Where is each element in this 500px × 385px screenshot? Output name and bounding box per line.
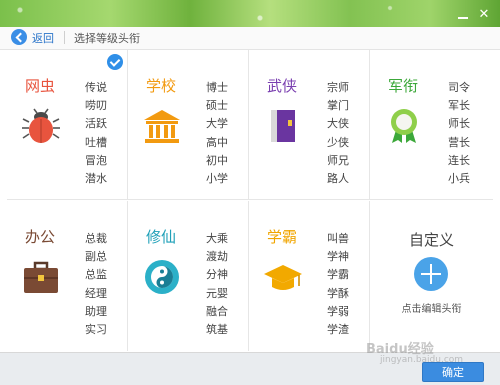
category-card-xueba[interactable]: 学霸 叫兽 学神 学霸 学酥 学弱 学渣 bbox=[249, 201, 370, 351]
rank-item: 学酥 bbox=[327, 286, 349, 300]
selected-check-icon bbox=[107, 54, 123, 70]
rank-item: 路人 bbox=[327, 172, 349, 186]
category-card-wuxia[interactable]: 武侠 宗师 掌门 大侠 少侠 师兄 路人 bbox=[249, 50, 370, 200]
rank-item: 唠叨 bbox=[85, 99, 107, 113]
rank-item: 少侠 bbox=[327, 135, 349, 149]
watermark-sub: jingyan.baidu.com bbox=[380, 355, 464, 365]
minimize-icon[interactable] bbox=[456, 8, 470, 22]
rank-item: 初中 bbox=[206, 153, 228, 167]
rank-item: 吐槽 bbox=[85, 135, 107, 149]
rank-list: 司令 军长 师长 营长 连长 小兵 bbox=[448, 79, 470, 188]
page-title: 选择等级头衔 bbox=[74, 32, 140, 45]
rank-item: 小兵 bbox=[448, 172, 470, 186]
category-card-military[interactable]: 军衔 司令 军长 师长 营长 连长 小兵 bbox=[370, 50, 493, 200]
rank-item: 大学 bbox=[206, 117, 228, 131]
back-arrow-icon[interactable] bbox=[11, 29, 27, 45]
rank-item: 经理 bbox=[85, 286, 107, 300]
category-card-netbug[interactable]: 网虫 传说 唠叨 活跃 吐槽 冒泡 潜水 bbox=[7, 50, 128, 200]
custom-hint: 点击编辑头衔 bbox=[401, 304, 462, 315]
rank-item: 渡劫 bbox=[206, 250, 228, 264]
rank-item: 总裁 bbox=[85, 232, 107, 245]
rank-item: 大侠 bbox=[327, 117, 349, 131]
rank-item: 高中 bbox=[206, 135, 228, 149]
rank-list: 叫兽 学神 学霸 学酥 学弱 学渣 bbox=[327, 230, 349, 339]
rank-item: 活跃 bbox=[85, 117, 107, 131]
graduation-cap-icon bbox=[264, 265, 302, 290]
rank-item: 营长 bbox=[448, 135, 470, 149]
confirm-button[interactable]: 确定 bbox=[422, 362, 484, 382]
rank-item: 连长 bbox=[448, 153, 470, 167]
category-title: 武侠 bbox=[267, 77, 298, 95]
rank-item: 师长 bbox=[448, 117, 470, 131]
yin-yang-icon bbox=[145, 260, 179, 294]
rank-list: 大乘 渡劫 分神 元婴 融合 筑基 bbox=[206, 230, 228, 339]
rank-item: 小学 bbox=[206, 172, 228, 186]
rank-list: 传说 唠叨 活跃 吐槽 冒泡 潜水 bbox=[85, 79, 107, 188]
rank-item: 筑基 bbox=[206, 323, 228, 337]
rank-item: 潜水 bbox=[85, 172, 107, 186]
category-card-office[interactable]: 办公 总裁 副总 总监 经理 助理 实习 bbox=[7, 201, 128, 351]
window-header: ✕ bbox=[0, 0, 500, 27]
rank-list: 博士 硕士 大学 高中 初中 小学 bbox=[206, 79, 228, 188]
rank-list: 宗师 掌门 大侠 少侠 师兄 路人 bbox=[327, 79, 349, 188]
rank-item: 学神 bbox=[327, 250, 349, 264]
rank-item: 冒泡 bbox=[85, 153, 107, 167]
rank-item: 硕士 bbox=[206, 99, 228, 113]
rank-item: 叫兽 bbox=[327, 232, 349, 245]
rank-item: 大乘 bbox=[206, 232, 228, 245]
rank-item: 传说 bbox=[85, 81, 107, 94]
bug-icon bbox=[22, 108, 60, 143]
school-building-icon bbox=[144, 110, 180, 143]
rank-item: 学弱 bbox=[327, 304, 349, 318]
rank-list: 总裁 副总 总监 经理 助理 实习 bbox=[85, 230, 107, 339]
toolbar-divider bbox=[64, 31, 65, 44]
add-plus-icon[interactable] bbox=[414, 257, 448, 291]
rank-item: 博士 bbox=[206, 81, 228, 94]
rank-item: 宗师 bbox=[327, 81, 349, 94]
rank-item: 司令 bbox=[448, 81, 470, 94]
rank-item: 学渣 bbox=[327, 323, 349, 337]
title-category-grid: 网虫 传说 唠叨 活跃 吐槽 冒泡 潜水 学校 博士 硕士 大学 高中 初中 小… bbox=[7, 50, 493, 352]
category-title: 学霸 bbox=[267, 228, 298, 246]
rank-item: 军长 bbox=[448, 99, 470, 113]
rank-item: 副总 bbox=[85, 250, 107, 264]
category-title: 学校 bbox=[146, 77, 177, 95]
military-medal-icon bbox=[391, 109, 417, 143]
close-icon[interactable]: ✕ bbox=[477, 8, 491, 22]
category-card-custom[interactable]: 自定义 点击编辑头衔 bbox=[370, 201, 493, 351]
briefcase-icon bbox=[24, 261, 58, 293]
rank-item: 实习 bbox=[85, 323, 107, 337]
rank-item: 融合 bbox=[206, 304, 228, 318]
category-card-school[interactable]: 学校 博士 硕士 大学 高中 初中 小学 bbox=[128, 50, 249, 200]
baidu-watermark: Baidu经验 jingyan.baidu.com bbox=[366, 338, 463, 365]
rank-item: 分神 bbox=[206, 268, 228, 282]
category-title: 网虫 bbox=[25, 77, 56, 95]
rank-item: 总监 bbox=[85, 268, 107, 282]
category-card-xiuxian[interactable]: 修仙 大乘 渡劫 分神 元婴 融合 筑基 bbox=[128, 201, 249, 351]
rank-item: 助理 bbox=[85, 304, 107, 318]
custom-title: 自定义 bbox=[408, 231, 454, 249]
martial-book-icon bbox=[271, 110, 295, 142]
category-title: 修仙 bbox=[146, 228, 177, 246]
rank-item: 师兄 bbox=[327, 153, 349, 167]
rank-item: 元婴 bbox=[206, 286, 228, 300]
toolbar: 返回 选择等级头衔 bbox=[0, 27, 500, 50]
rank-item: 掌门 bbox=[327, 99, 349, 113]
category-title: 军衔 bbox=[388, 77, 419, 95]
category-title: 办公 bbox=[25, 228, 56, 246]
back-button[interactable]: 返回 bbox=[32, 30, 54, 46]
rank-item: 学霸 bbox=[327, 268, 349, 282]
